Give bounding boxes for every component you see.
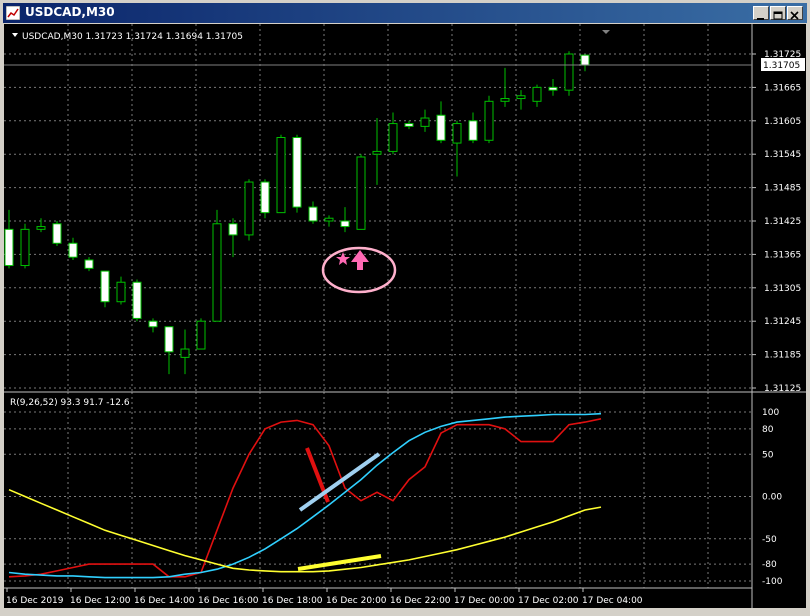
candle-bear bbox=[84, 259, 94, 269]
candle-bear bbox=[68, 242, 78, 258]
level-label: -100 bbox=[762, 577, 783, 587]
time-label: 16 Dec 14:00 bbox=[134, 596, 195, 606]
candle-bull bbox=[276, 137, 286, 214]
candle-bear bbox=[580, 54, 590, 66]
candle-bear bbox=[4, 228, 14, 267]
time-label: 16 Dec 20:00 bbox=[326, 596, 387, 606]
level-label: -80 bbox=[762, 560, 777, 570]
candle-bear bbox=[292, 137, 302, 208]
candle-bear bbox=[436, 114, 446, 141]
candle-bear bbox=[132, 281, 142, 319]
candle-bull bbox=[420, 117, 430, 127]
price-label: 1.31365 bbox=[764, 250, 801, 260]
level-label: 100 bbox=[762, 408, 779, 418]
level-label: 80 bbox=[762, 425, 774, 435]
time-label: 17 Dec 02:00 bbox=[518, 596, 579, 606]
candle-bear bbox=[260, 181, 270, 214]
level-label: 0.00 bbox=[762, 493, 782, 503]
candle-bull bbox=[196, 320, 206, 350]
candle-bear bbox=[148, 320, 158, 328]
price-label: 1.31425 bbox=[764, 217, 801, 227]
price-label: 1.31245 bbox=[764, 317, 801, 327]
candle-bear bbox=[228, 223, 238, 236]
chart-header: USDCAD,M30 1.31723 1.31724 1.31694 1.317… bbox=[22, 32, 243, 42]
candle-bull bbox=[484, 100, 494, 141]
time-label: 16 Dec 22:00 bbox=[390, 596, 451, 606]
candle-bear bbox=[340, 220, 350, 228]
chart-background bbox=[4, 24, 806, 608]
indicator-header: R(9,26,52) 93.3 91.7 -12.6 bbox=[10, 398, 130, 408]
candle-bull bbox=[564, 53, 574, 91]
price-label: 1.31545 bbox=[764, 150, 801, 160]
candle-bull bbox=[180, 348, 190, 358]
current-price-label: 1.31705 bbox=[763, 61, 800, 71]
candle-bear bbox=[404, 123, 414, 127]
chart-tab-bar[interactable] bbox=[4, 608, 806, 616]
candle-bull bbox=[516, 95, 526, 100]
time-label: 16 Dec 16:00 bbox=[198, 596, 259, 606]
time-label: 16 Dec 12:00 bbox=[70, 596, 131, 606]
time-label: 17 Dec 00:00 bbox=[454, 596, 515, 606]
price-label: 1.31605 bbox=[764, 117, 801, 127]
candle-bear bbox=[52, 223, 62, 244]
candle-bull bbox=[356, 156, 366, 230]
candle-bull bbox=[36, 226, 46, 230]
price-label: 1.31125 bbox=[764, 384, 801, 394]
window-title-bar[interactable]: USDCAD,M30 bbox=[3, 3, 807, 23]
candle-bull bbox=[532, 86, 542, 102]
candle-bear bbox=[164, 326, 174, 353]
level-label: -50 bbox=[762, 535, 777, 545]
time-label: 17 Dec 04:00 bbox=[582, 596, 643, 606]
time-label: 16 Dec 2019 bbox=[6, 596, 64, 606]
close-icon bbox=[790, 11, 799, 20]
candle-bear bbox=[100, 270, 110, 303]
price-label: 1.31185 bbox=[764, 351, 801, 361]
candle-bull bbox=[116, 281, 126, 303]
terminal-window: USDCAD,M30 1.31725 1.31665 1.31605 1.31545 1… bbox=[0, 0, 810, 616]
level-label: 50 bbox=[762, 450, 774, 460]
price-label: 1.31665 bbox=[764, 83, 801, 93]
time-label: 16 Dec 18:00 bbox=[262, 596, 323, 606]
price-label: 1.31485 bbox=[764, 184, 801, 194]
candle-bull bbox=[212, 223, 222, 322]
price-chart[interactable]: 1.317251.316651.316051.315451.314851.314… bbox=[4, 24, 806, 608]
candle-bull bbox=[244, 181, 254, 236]
close-button[interactable] bbox=[787, 6, 803, 20]
candle-bull bbox=[324, 217, 334, 222]
minimize-icon bbox=[757, 18, 764, 20]
candle-bull bbox=[500, 98, 510, 102]
maximize-button[interactable] bbox=[770, 6, 786, 20]
candle-bear bbox=[548, 86, 558, 91]
candle-bull bbox=[20, 228, 30, 267]
chart-window-icon bbox=[6, 6, 20, 20]
minimize-button[interactable] bbox=[753, 6, 769, 20]
candle-bull bbox=[452, 123, 462, 144]
candle-bull bbox=[388, 123, 398, 152]
candle-bear bbox=[308, 206, 318, 222]
window-title: USDCAD,M30 bbox=[25, 5, 115, 19]
candle-bull bbox=[372, 150, 382, 155]
candle-bear bbox=[468, 120, 478, 141]
maximize-icon bbox=[773, 11, 783, 20]
price-label: 1.31305 bbox=[764, 284, 801, 294]
